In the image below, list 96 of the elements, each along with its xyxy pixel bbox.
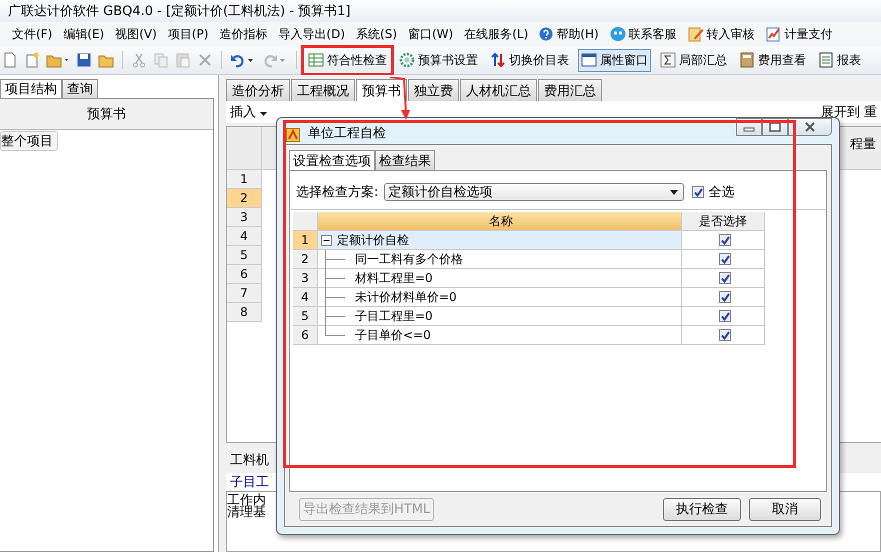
report-icon (818, 52, 834, 68)
field-label: 选择检查方案: (296, 184, 378, 201)
row-number: 2 (227, 189, 262, 208)
caret-icon (670, 190, 678, 194)
toolbar-button[interactable]: 预算书设置 (396, 48, 481, 72)
row-number: 8 (227, 303, 262, 322)
document-pencil-icon (688, 26, 704, 42)
tree-item[interactable]: 整个项目 (0, 131, 58, 151)
row-number: 3 (227, 208, 262, 227)
tab[interactable]: 独立费 (408, 79, 459, 101)
menu-item[interactable]: 转入审核 (688, 26, 755, 42)
annotation-arrow (389, 77, 413, 121)
row-number: 7 (227, 284, 262, 303)
menu-item[interactable]: 编辑(E) (63, 26, 104, 42)
column-header: 预算书 (0, 99, 213, 130)
toolbar-button[interactable]: 费用查看 (736, 48, 809, 72)
menu-item[interactable]: 造价指标 (219, 26, 268, 42)
insert-dropdown[interactable]: 插入 (230, 103, 268, 121)
checkbox[interactable] (719, 272, 731, 284)
row-number: 6 (293, 326, 318, 345)
close-button[interactable] (788, 118, 832, 136)
menu-item[interactable]: 联系客服 (610, 26, 677, 42)
tab[interactable]: 工程概况 (291, 79, 355, 101)
app-icon (286, 128, 300, 142)
dialog-button[interactable]: 执行检查 (663, 498, 741, 520)
tree-item-label: 材料工程里=0 (355, 270, 433, 286)
tab[interactable]: 预算书 (356, 79, 407, 101)
row-number: 1 (227, 170, 262, 189)
pencil-chart-icon (766, 26, 782, 42)
menu-item[interactable]: 导入导出(D) (278, 26, 346, 42)
tree-item-label: 子目工程里=0 (355, 308, 433, 324)
window-title: 广联达计价软件 GBQ4.0 - [定额计价(工料机法) - 预算书1] (8, 3, 351, 20)
toolbar-button[interactable]: 切换价目表 (487, 48, 572, 72)
tree-item-label: 未计价材料单价=0 (355, 288, 457, 306)
toolbar-button[interactable]: 报表 (815, 48, 864, 72)
checkbox[interactable] (719, 310, 731, 322)
new-file-icon[interactable] (2, 52, 18, 68)
menu-item[interactable]: 在线服务(L) (464, 26, 528, 42)
row-number: 5 (227, 246, 262, 265)
checkbox[interactable] (719, 253, 731, 265)
checkbox[interactable] (719, 329, 731, 341)
toolbar-button[interactable]: 属性窗口 (578, 48, 651, 72)
menu-item[interactable]: 系统(S) (356, 26, 397, 42)
menu-item[interactable]: 文件(F) (12, 26, 52, 42)
tab[interactable]: 费用汇总 (538, 79, 602, 101)
menu-item[interactable]: 计量支付 (766, 26, 833, 42)
dialog-title: 单位工程自检 (308, 125, 386, 142)
toolbar-item[interactable]: 重 (864, 103, 877, 121)
close-icon (804, 122, 816, 132)
tree-item-label: 定额计价自检 (337, 232, 409, 248)
row-number: 4 (293, 288, 318, 307)
menu-item[interactable]: 帮助(H) (539, 26, 599, 42)
toolbar-button[interactable]: 符合性检查 (305, 48, 390, 72)
row-number: 3 (293, 269, 318, 288)
maximize-icon (769, 122, 781, 132)
save-icon[interactable] (76, 52, 92, 68)
column-header: 是否选择 (682, 212, 765, 231)
tab[interactable]: 造价分析 (226, 79, 290, 101)
row-number: 4 (227, 227, 262, 246)
menu-item[interactable]: 窗口(W) (408, 26, 454, 42)
sigma-icon (660, 52, 676, 68)
toolbar-button[interactable]: 局部汇总 (657, 48, 730, 72)
caret-icon (260, 112, 268, 116)
checkbox-label: 全选 (708, 184, 734, 201)
row-number: 5 (293, 307, 318, 326)
row-number: 6 (227, 265, 262, 284)
checkbox[interactable] (692, 186, 704, 198)
corner-cell (293, 212, 318, 231)
expand-dropdown[interactable]: 展开到 (821, 103, 860, 121)
tab[interactable]: 检查结果 (375, 150, 435, 170)
column-header: 程量 (850, 136, 877, 154)
column-header: 名称 (318, 212, 682, 231)
panel-tab[interactable]: 查询 (62, 79, 98, 98)
undo-icon[interactable] (230, 52, 256, 68)
checkbox[interactable] (719, 291, 731, 303)
tab[interactable]: 设置检查选项 (289, 150, 375, 170)
checkbox[interactable] (719, 234, 731, 246)
menu-item[interactable]: 项目(P) (168, 26, 208, 42)
row-number: 1 (293, 231, 318, 250)
collapse-toggle[interactable] (321, 234, 332, 246)
gear-icon (399, 52, 415, 68)
row-number: 2 (293, 250, 318, 269)
tree-item-label: 同一工料有多个价格 (355, 250, 463, 268)
dialog-button[interactable]: 取消 (749, 498, 821, 520)
menu-item[interactable]: 视图(V) (115, 26, 157, 42)
new-files-icon[interactable] (24, 52, 40, 68)
tab[interactable]: 人材机汇总 (460, 79, 537, 101)
swap-arrows-icon (490, 52, 506, 68)
window-icon (581, 52, 597, 68)
panel-tab[interactable]: 项目结构 (0, 79, 62, 98)
help-icon (539, 27, 554, 41)
mascot-icon (610, 26, 626, 42)
calculator-icon (739, 52, 755, 68)
spreadsheet-icon (308, 52, 324, 68)
tree-item-label: 子目单价<=0 (355, 326, 431, 344)
scheme-dropdown[interactable]: 定额计价自检选项 (384, 183, 684, 201)
